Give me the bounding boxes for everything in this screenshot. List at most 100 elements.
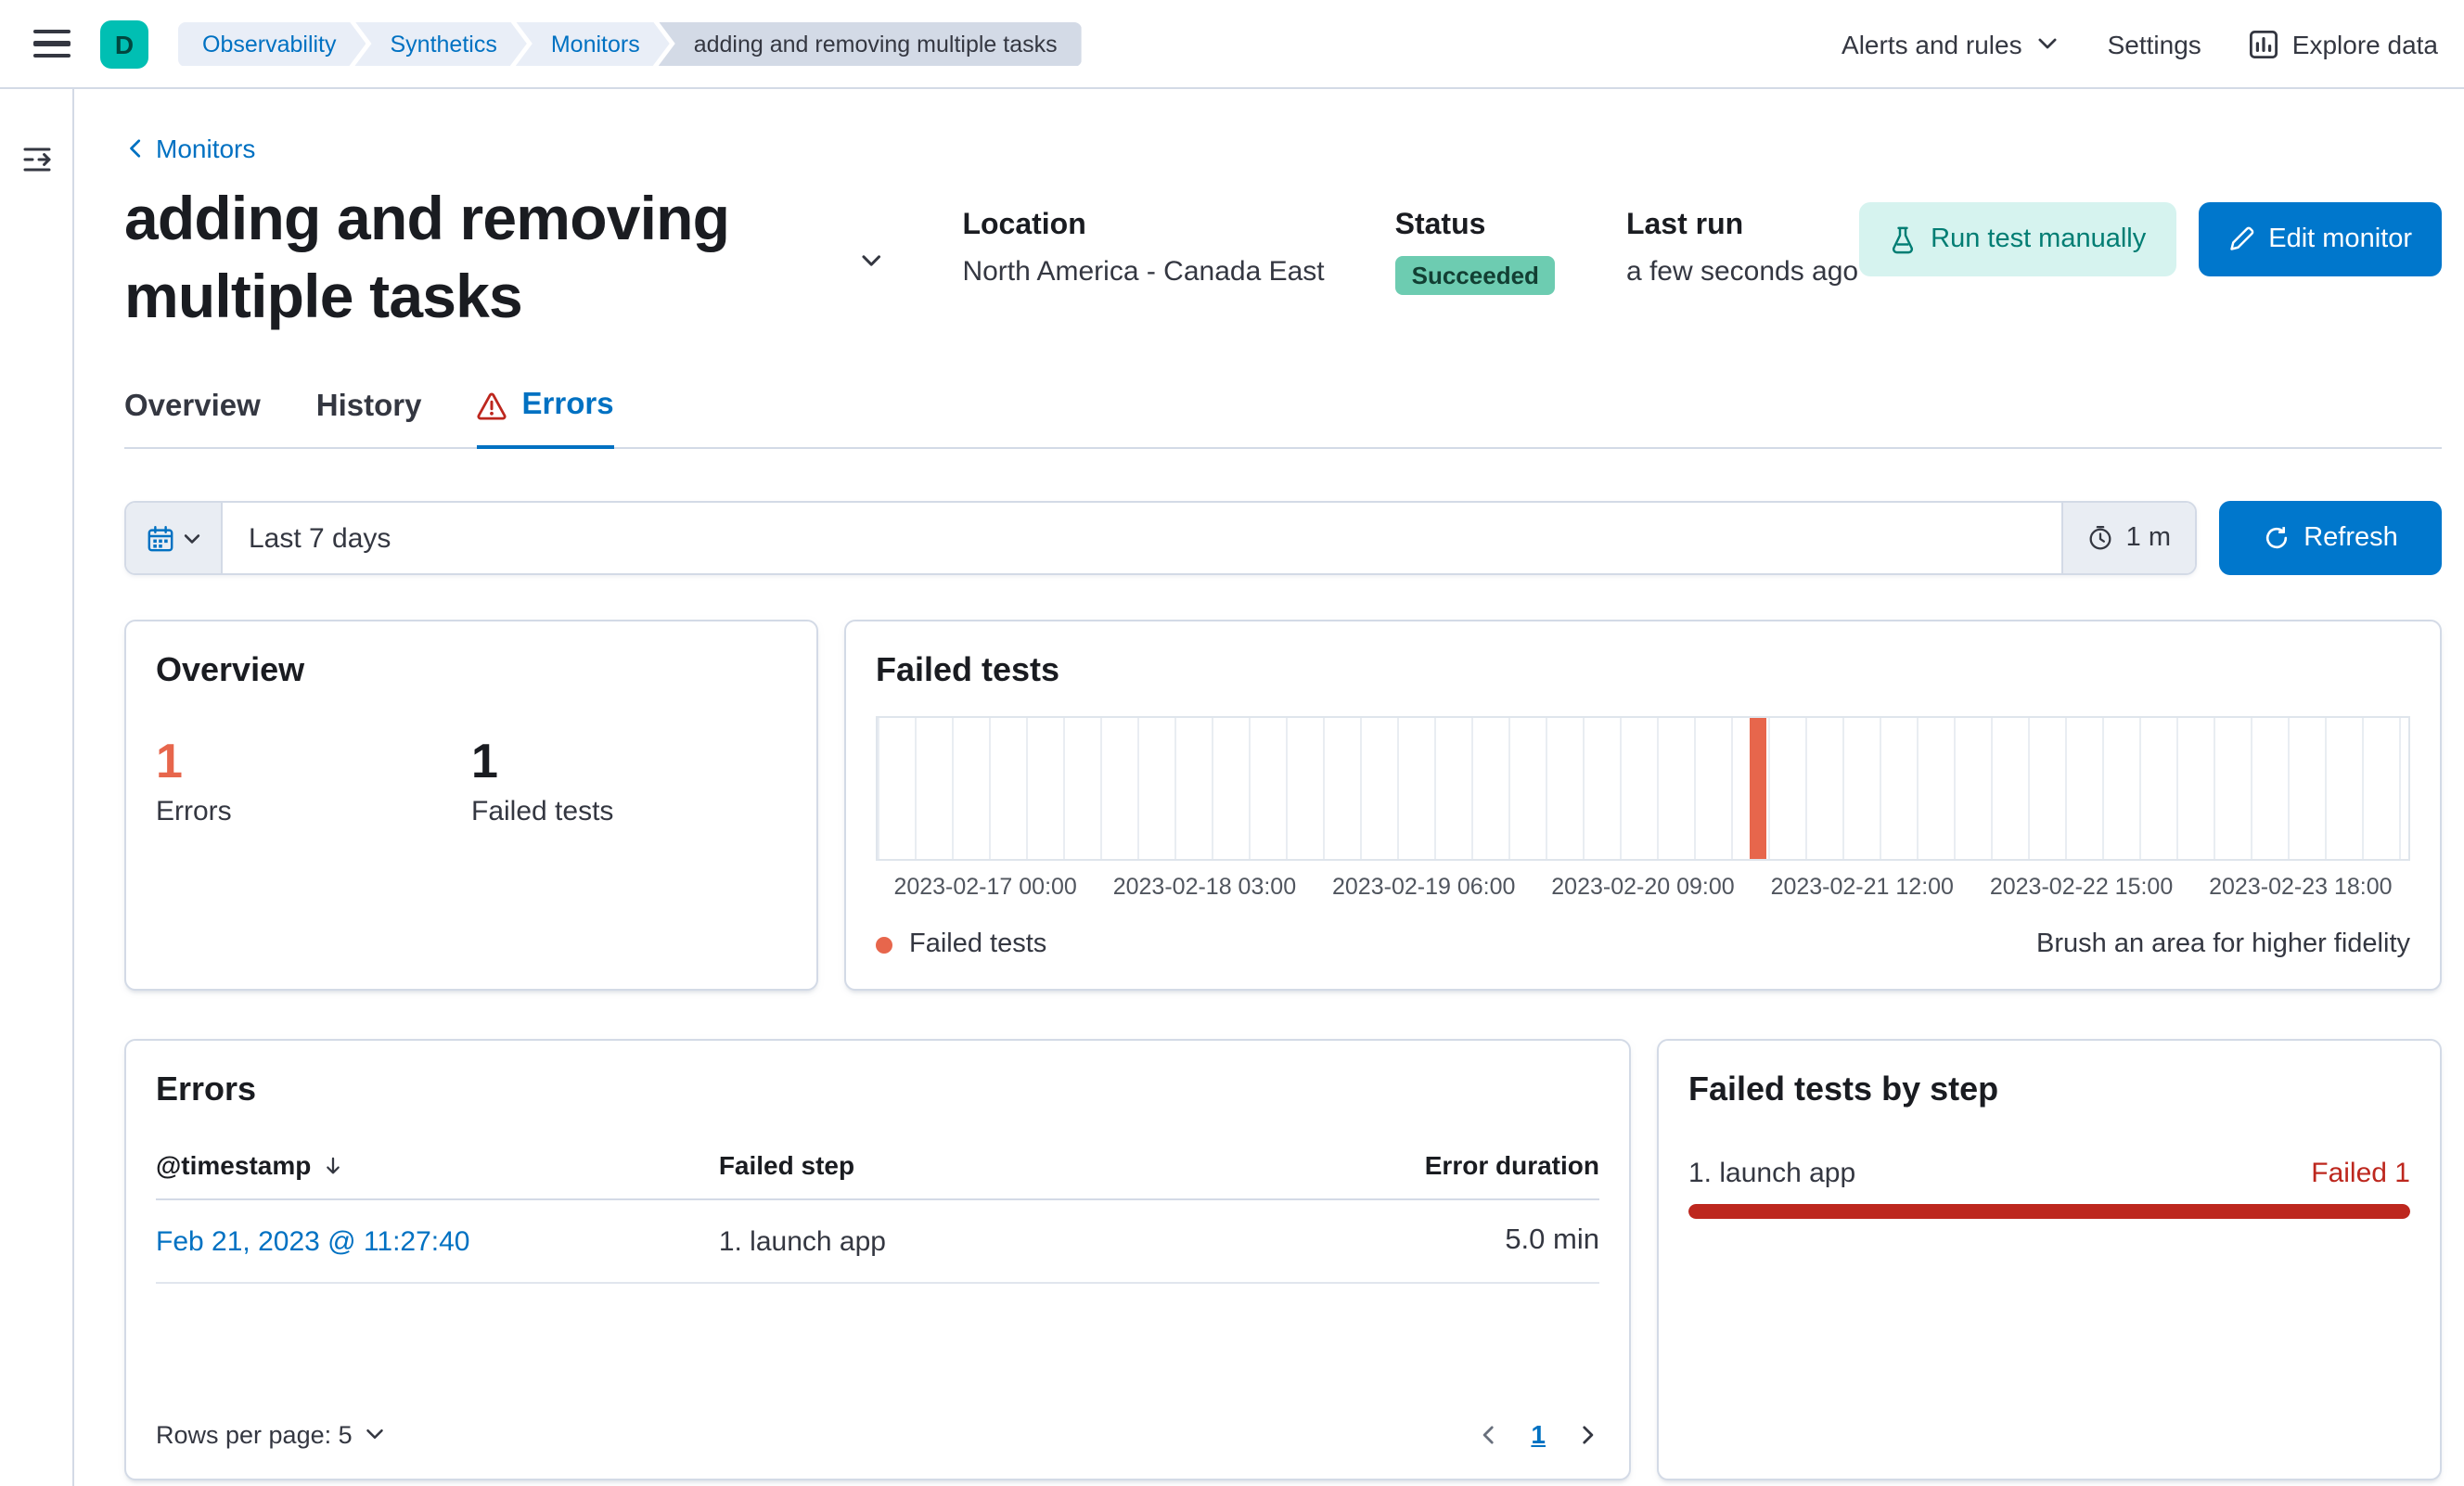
run-test-manually-label: Run test manually: [1931, 224, 2147, 254]
alerts-and-rules-label: Alerts and rules: [1842, 29, 2022, 58]
errors-panel-title: Errors: [156, 1070, 257, 1108]
timer-icon: [2089, 526, 2111, 551]
failed-tests-count: 1: [471, 733, 498, 789]
monitor-meta: Location North America - Canada East Sta…: [962, 210, 1858, 295]
last-run-label: Last run: [1625, 210, 1744, 241]
breadcrumb: Observability Synthetics Monitors adding…: [178, 21, 1082, 66]
failed-tests-count-label: Failed tests: [471, 796, 614, 828]
failed-tests-chart[interactable]: [876, 716, 2410, 862]
failed-tests-panel-title: Failed tests: [876, 651, 1060, 689]
timestamp-column-label: @timestamp: [156, 1150, 312, 1181]
status-label: Status: [1394, 210, 1486, 241]
rows-per-page-label: Rows per page: 5: [156, 1420, 353, 1449]
tab-errors[interactable]: Errors: [477, 388, 614, 450]
back-link-label: Monitors: [156, 134, 256, 163]
chevron-down-icon: [183, 534, 199, 544]
tab-overview-label: Overview: [124, 389, 261, 423]
errors-table-footer: Rows per page: 5 1: [156, 1390, 1599, 1450]
x-tick: 2023-02-19 06:00: [1332, 874, 1516, 901]
quick-select-button[interactable]: [126, 503, 223, 574]
alerts-and-rules-menu[interactable]: Alerts and rules: [1842, 29, 2060, 58]
edit-monitor-label: Edit monitor: [2268, 224, 2412, 254]
monitor-actions: Run test manually Edit monitor: [1858, 202, 2442, 276]
step-progress-track: [1688, 1204, 2410, 1220]
details-row: Errors @timestamp Failed step Error dura…: [124, 1039, 2442, 1486]
date-bar: Last 7 days 1 m Refresh: [124, 501, 2442, 576]
tab-history-label: History: [315, 389, 422, 423]
refresh-icon: [2265, 528, 2287, 550]
chevron-down-icon: [2038, 38, 2057, 49]
step-failed-count: Failed 1: [2311, 1158, 2410, 1190]
previous-page-button[interactable]: [1477, 1423, 1501, 1447]
page-number-1[interactable]: 1: [1531, 1420, 1546, 1450]
title-row: adding and removing multiple tasks Locat…: [124, 180, 2442, 337]
next-page-button[interactable]: [1575, 1423, 1599, 1447]
deployment-badge[interactable]: D: [100, 19, 148, 68]
chart-footer: Failed tests Brush an area for higher fi…: [876, 901, 2410, 960]
expand-sidebar-icon[interactable]: [21, 145, 51, 174]
monitor-select-chevron-icon[interactable]: [860, 243, 884, 278]
breadcrumb-synthetics[interactable]: Synthetics: [355, 21, 527, 66]
brush-hint: Brush an area for higher fidelity: [2036, 929, 2410, 960]
chevron-left-icon: [1483, 1426, 1495, 1444]
location-value: North America - Canada East: [962, 256, 1325, 288]
tab-errors-label: Errors: [521, 388, 614, 422]
x-tick: 2023-02-23 18:00: [2209, 874, 2393, 901]
breadcrumb-observability[interactable]: Observability: [178, 21, 366, 66]
sort-desc-icon: [326, 1157, 340, 1174]
failed-bar[interactable]: [1750, 718, 1767, 860]
calendar-icon: [147, 525, 173, 552]
failed-step-column-header[interactable]: Failed step: [719, 1151, 1340, 1181]
refresh-interval[interactable]: 1 m: [2060, 503, 2195, 574]
chevron-right-icon: [1583, 1426, 1594, 1444]
step-label: 1. launch app: [1688, 1158, 1856, 1190]
failed-by-step-title: Failed tests by step: [1688, 1070, 1999, 1108]
failed-step-cell: 1. launch app: [718, 1225, 886, 1258]
table-row: Feb 21, 2023 @ 11:27:40 1. launch app 5.…: [156, 1201, 1599, 1285]
pagination: 1: [1477, 1420, 1599, 1450]
pencil-icon: [2229, 226, 2253, 250]
x-tick: 2023-02-18 03:00: [1112, 874, 1297, 901]
rows-per-page-select[interactable]: Rows per page: 5: [156, 1421, 386, 1449]
chevron-down-icon: [366, 1429, 383, 1440]
summary-row: Overview 1 Errors 1 Failed tests Failed …: [124, 620, 2442, 992]
explore-data-link[interactable]: Explore data: [2250, 29, 2438, 58]
overview-panel-title: Overview: [156, 651, 305, 689]
explore-data-label: Explore data: [2291, 29, 2438, 58]
step-progress-fill: [1688, 1204, 2410, 1220]
edit-monitor-button[interactable]: Edit monitor: [2198, 202, 2442, 276]
meta-last-run: Last run a few seconds ago: [1626, 210, 1858, 295]
error-duration-column-header[interactable]: Error duration: [1340, 1151, 1599, 1181]
x-tick: 2023-02-21 12:00: [1770, 874, 1954, 901]
header-nav: Alerts and rules Settings Explore data: [1842, 29, 2438, 58]
app-window: D Observability Synthetics Monitors addi…: [0, 0, 2464, 1486]
back-to-monitors-link[interactable]: Monitors: [124, 134, 255, 163]
warning-triangle-icon: [477, 392, 507, 420]
main-content: Monitors adding and removing multiple ta…: [74, 89, 2464, 1486]
errors-count-label: Errors: [156, 796, 232, 828]
settings-link[interactable]: Settings: [2108, 29, 2201, 58]
x-tick: 2023-02-22 15:00: [1989, 874, 2174, 901]
error-timestamp-link[interactable]: Feb 21, 2023 @ 11:27:40: [156, 1226, 470, 1258]
date-range-value[interactable]: Last 7 days: [223, 523, 2061, 555]
tab-history[interactable]: History: [316, 389, 422, 448]
x-tick: 2023-02-20 09:00: [1551, 874, 1735, 901]
date-picker: Last 7 days 1 m: [124, 501, 2197, 576]
tab-overview[interactable]: Overview: [124, 389, 261, 448]
legend-label[interactable]: Failed tests: [909, 930, 1046, 960]
failed-tests-panel: Failed tests 2023-02-17 00:00 2023-02-18…: [844, 620, 2442, 992]
chevron-left-icon: [130, 139, 141, 158]
settings-label: Settings: [2107, 29, 2201, 58]
breadcrumb-monitors[interactable]: Monitors: [516, 21, 670, 66]
location-label: Location: [962, 210, 1086, 241]
status-badge: Succeeded: [1394, 256, 1556, 295]
monitor-tabs: Overview History Errors: [124, 389, 2442, 450]
errors-count: 1: [156, 733, 183, 789]
timestamp-column-header[interactable]: @timestamp: [156, 1151, 719, 1181]
refresh-interval-value: 1 m: [2125, 523, 2171, 554]
menu-icon[interactable]: [33, 30, 71, 58]
breadcrumb-current: adding and removing multiple tasks: [658, 21, 1082, 66]
last-run-value: a few seconds ago: [1625, 256, 1859, 288]
run-test-manually-button[interactable]: Run test manually: [1858, 202, 2176, 276]
refresh-button[interactable]: Refresh: [2219, 501, 2442, 576]
